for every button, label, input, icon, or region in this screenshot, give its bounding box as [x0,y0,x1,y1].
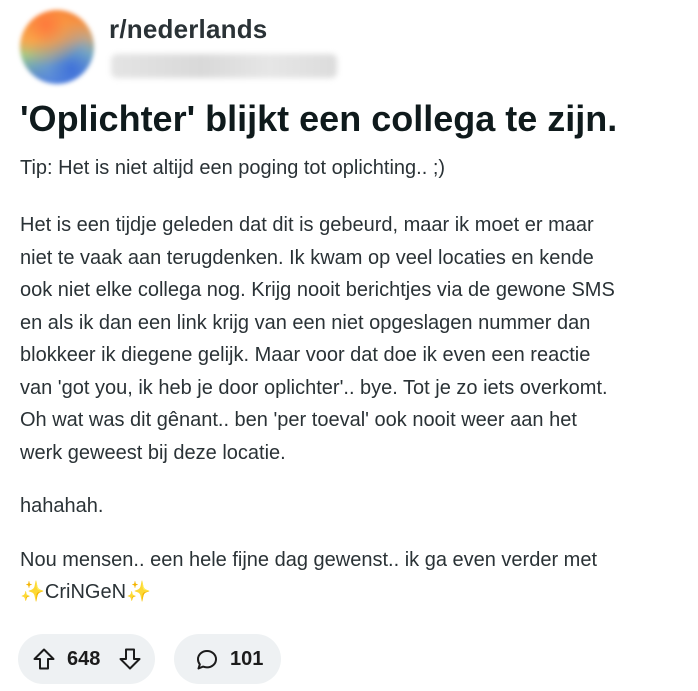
downvote-icon[interactable] [118,647,142,671]
post-tip: Tip: Het is niet altijd een poging tot o… [20,157,446,179]
subreddit-avatar[interactable] [20,10,94,84]
comment-count: 101 [230,648,264,670]
body-line: van 'got you, ik heb je door oplichter'.… [20,376,608,399]
vote-count: 648 [67,648,101,670]
body-line: Oh wat was dit gênant.. ben 'per toeval'… [20,409,577,431]
body-line: niet te vaak aan terugdenken. Ik kwam op… [20,246,594,269]
subreddit-name[interactable]: r/nederlands [109,14,267,45]
post-body: Het is een tijdje geleden dat dit is geb… [20,209,690,630]
body-line: ook niet elke collega nog. Krijg nooit b… [20,279,615,301]
post-title: 'Oplichter' blijkt een collega te zijn. [20,98,618,139]
body-line: werk geweest bij deze locatie. [20,441,286,464]
body-line: ✨CriNGeN✨ [20,581,151,603]
body-line: Nou mensen.. een hele fijne dag gewenst.… [20,548,598,571]
body-line: blokkeer ik diegene gelijk. Maar voor da… [20,344,591,366]
post-paragraph-3: Nou mensen.. een hele fijne dag gewenst.… [20,544,690,609]
body-line: Het is een tijdje geleden dat dit is geb… [20,214,594,236]
body-line: hahahah. [20,495,104,517]
body-line: en als ik dan een link krijg van een nie… [20,311,591,334]
comment-icon [195,648,219,672]
post-paragraph-2: hahahah. [20,490,690,523]
vote-bar: 648 [18,634,155,684]
upvote-icon[interactable] [32,647,56,671]
username-redacted [111,54,337,78]
comments-button[interactable]: 101 [174,634,281,684]
post-paragraph-1: Het is een tijdje geleden dat dit is geb… [20,209,690,469]
